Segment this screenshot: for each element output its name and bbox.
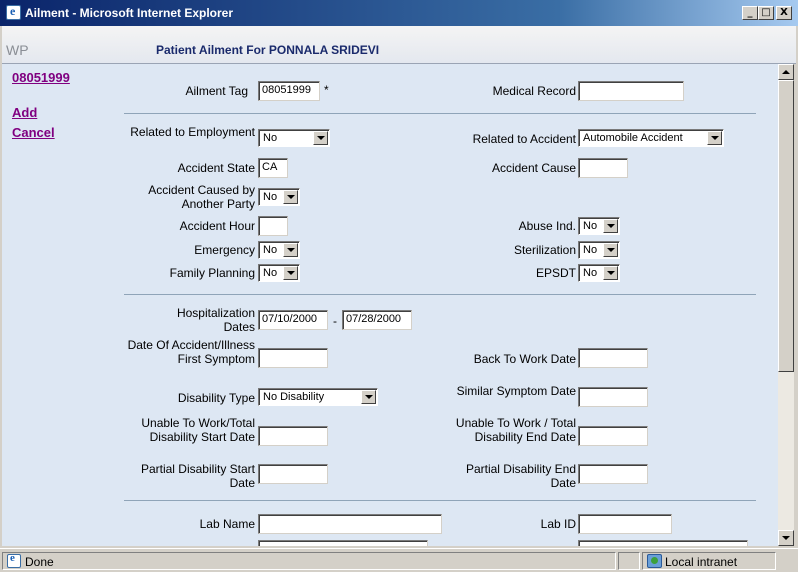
medical-record-input[interactable] [578,81,684,101]
maximize-button[interactable]: □ [758,6,774,20]
epsdt-label: EPSDT [535,266,576,280]
window-title: Ailment - Microsoft Internet Explorer [25,6,234,20]
family-planning-select[interactable]: No [258,264,300,282]
disability-type-label: Disability Type [177,391,255,405]
related-accident-select[interactable]: Automobile Accident [578,129,724,147]
vertical-scrollbar[interactable] [778,64,794,546]
abuse-ind-label: Abuse Ind. [518,219,576,233]
chevron-down-icon[interactable] [283,190,298,204]
back-to-work-input[interactable] [578,348,648,368]
status-panel: Done [2,552,616,570]
accident-hour-label: Accident Hour [179,219,255,233]
date-range-dash: - [333,314,337,328]
local-intranet-icon [647,554,662,568]
record-link[interactable]: 08051999 [12,70,70,85]
chevron-down-icon[interactable] [603,243,618,257]
partial-start-label: Partial Disability Start Date [140,462,255,490]
address-input[interactable] [258,540,428,546]
chevron-down-icon[interactable] [313,131,328,145]
window-title-bar[interactable]: Ailment - Microsoft Internet Explorer _ … [0,0,798,26]
ailment-tag-label: Ailment Tag [185,84,248,98]
minimize-button[interactable]: _ [742,6,758,20]
close-button[interactable]: X [776,6,792,20]
accident-cause-input[interactable] [578,158,628,178]
partial-end-label: Partial Disability End Date [465,462,576,490]
emergency-label: Emergency [194,243,255,257]
back-to-work-label: Back To Work Date [473,352,576,366]
page-title: Patient Ailment For PONNALA SRIDEVI [156,43,380,57]
related-employment-label: Related to Employment [130,125,255,139]
family-planning-label: Family Planning [169,266,255,280]
status-text: Done [25,555,54,569]
accident-state-input[interactable]: CA [258,158,288,178]
section-divider [124,294,756,295]
hospitalization-from-input[interactable]: 07/10/2000 [258,310,328,330]
chevron-down-icon[interactable] [603,219,618,233]
unable-start-label: Unable To Work/Total Disability Start Da… [141,416,255,444]
zone-panel: Local intranet [642,552,776,570]
section-divider [124,500,756,501]
chevron-down-icon[interactable] [707,131,722,145]
abuse-ind-select[interactable]: No [578,217,620,235]
ailment-tag-input[interactable]: 08051999 [258,81,320,101]
scroll-thumb[interactable] [778,80,794,372]
partial-start-input[interactable] [258,464,328,484]
related-employment-select[interactable]: No [258,129,330,147]
lab-id-input[interactable] [578,514,672,534]
accident-cause-label: Accident Cause [491,161,576,175]
secondary-input[interactable] [578,540,748,546]
partial-end-input[interactable] [578,464,648,484]
form-content: 08051999 Add Cancel Ailment Tag 08051999… [2,64,778,546]
lab-name-input[interactable] [258,514,442,534]
chevron-down-icon[interactable] [283,266,298,280]
first-symptom-input[interactable] [258,348,328,368]
related-accident-label: Related to Accident [472,132,576,146]
lab-id-label: Lab ID [540,517,576,531]
unable-end-input[interactable] [578,426,648,446]
page-done-icon [7,552,21,568]
ie-icon [6,4,21,20]
page-header: WP Patient Ailment For PONNALA SRIDEVI [2,26,796,64]
section-divider [124,113,756,114]
chevron-down-icon[interactable] [361,390,376,404]
accident-hour-input[interactable] [258,216,288,236]
logo-text: WP [6,42,29,58]
sterilization-select[interactable]: No [578,241,620,259]
accident-state-label: Accident State [177,161,255,175]
lab-name-label: Lab Name [199,517,255,531]
add-link[interactable]: Add [12,105,37,120]
scroll-up-button[interactable] [778,64,794,80]
chevron-down-icon[interactable] [283,243,298,257]
required-mark: * [324,83,329,97]
sterilization-label: Sterilization [513,243,576,257]
caused-by-other-select[interactable]: No [258,188,300,206]
similar-symptom-label: Similar Symptom Date [456,384,576,398]
scroll-down-button[interactable] [778,530,794,546]
medical-record-label: Medical Record [492,84,576,98]
similar-symptom-input[interactable] [578,387,648,407]
caused-by-other-label: Accident Caused by Another Party [148,183,255,211]
status-bar: Done Local intranet [0,548,798,572]
status-panel-empty [618,552,640,570]
first-symptom-label: Date Of Accident/Illness First Symptom [127,338,255,366]
unable-start-input[interactable] [258,426,328,446]
cancel-link[interactable]: Cancel [12,125,55,140]
unable-end-label: Unable To Work / Total Disability End Da… [455,416,576,444]
hospitalization-to-input[interactable]: 07/28/2000 [342,310,412,330]
epsdt-select[interactable]: No [578,264,620,282]
emergency-select[interactable]: No [258,241,300,259]
chevron-down-icon[interactable] [603,266,618,280]
zone-text: Local intranet [665,555,738,569]
disability-type-select[interactable]: No Disability [258,388,378,406]
hospitalization-label: Hospitalization Dates [176,306,255,334]
